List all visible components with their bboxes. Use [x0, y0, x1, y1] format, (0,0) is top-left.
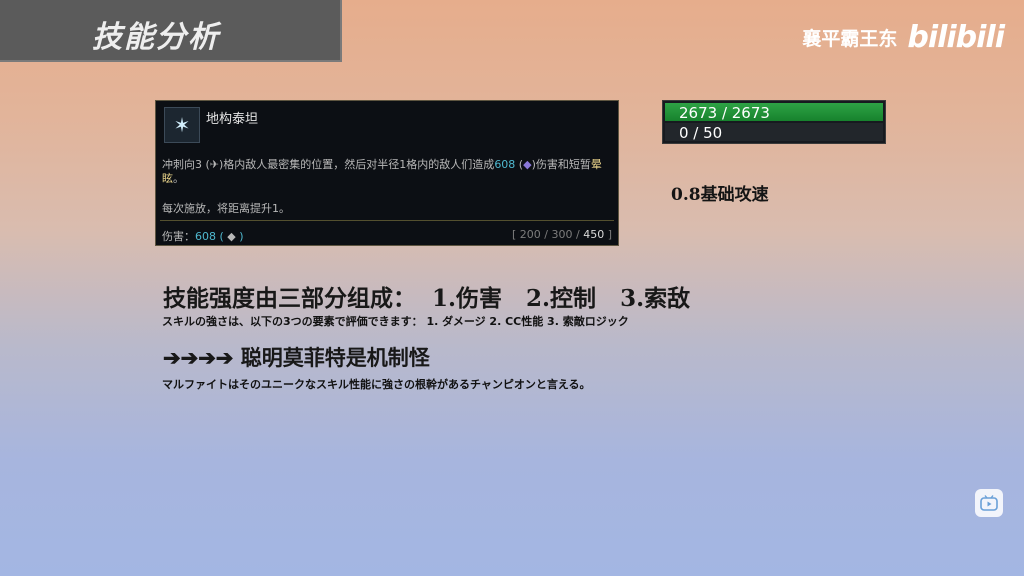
mana-bar: 0 / 50 — [665, 123, 883, 142]
mana-text: 0 / 50 — [679, 124, 723, 142]
skill-description: 冲刺向3 (✈)格内敌人最密集的位置，然后对半径1格内的敌人们造成608 (◆)… — [162, 158, 602, 185]
uploader-name: 襄平霸王东 — [802, 28, 898, 50]
watermark: 襄平霸王东 bilibili — [802, 20, 1005, 55]
desc-mid1: )格内敌人最密集的位置，然后对半径1格内的敌人们造成 — [219, 158, 495, 171]
rank-3: 450 — [583, 228, 605, 241]
rank-1: 200 — [519, 228, 541, 241]
damage-ranks: [ 200 / 300 / 450 ] — [512, 228, 612, 241]
skill-name: 地构泰坦 — [206, 112, 259, 127]
skill-note: 每次施放，将距离提升1。 — [162, 202, 290, 215]
attack-speed-note: 0.8基础攻速 — [671, 185, 769, 205]
health-text: 2673 / 2673 — [679, 104, 770, 122]
resource-bars: 2673 / 2673 0 / 50 — [662, 100, 886, 144]
title-banner: 技能分析 — [0, 0, 342, 62]
desc-post: 。 — [173, 172, 184, 185]
damage-line: 伤害：608 ( ◆ ) — [162, 230, 244, 243]
page-title: 技能分析 — [92, 20, 220, 55]
mechanic-subtitle: マルファイトはそのユニークなスキル性能に強さの根幹があるチャンピオンと言える。 — [162, 378, 591, 391]
desc-pre: 冲刺向3 ( — [162, 158, 210, 171]
rank-2: 300 — [551, 228, 573, 241]
desc-damage: 608 — [494, 158, 516, 171]
divider — [160, 220, 614, 221]
magic-damage-icon: ◆ — [523, 158, 532, 171]
skill-tooltip-card: ✶ 地构泰坦 冲刺向3 (✈)格内敌人最密集的位置，然后对半径1格内的敌人们造成… — [155, 100, 619, 246]
magic-damage-icon: ◆ — [227, 230, 236, 243]
health-bar: 2673 / 2673 — [665, 103, 883, 122]
damage-label: 伤害： — [162, 230, 195, 243]
strength-heading: 技能强度由三部分组成： 1.伤害 2.控制 3.索敌 — [163, 285, 691, 312]
mechanic-heading: ➔➔➔➔ 聪明莫菲特是机制怪 — [163, 345, 430, 370]
skill-icon: ✶ — [164, 107, 200, 143]
bilibili-logo: bilibili — [907, 20, 1005, 55]
play-icon[interactable] — [975, 489, 1003, 517]
range-icon: ✈ — [209, 158, 220, 171]
damage-value: 608 — [195, 230, 216, 243]
strength-subtitle: スキルの強さは、以下の3つの要素で評価できます： 1. ダメージ 2. CC性能… — [162, 315, 629, 328]
desc-mid2: )伤害和短暂 — [531, 158, 591, 171]
